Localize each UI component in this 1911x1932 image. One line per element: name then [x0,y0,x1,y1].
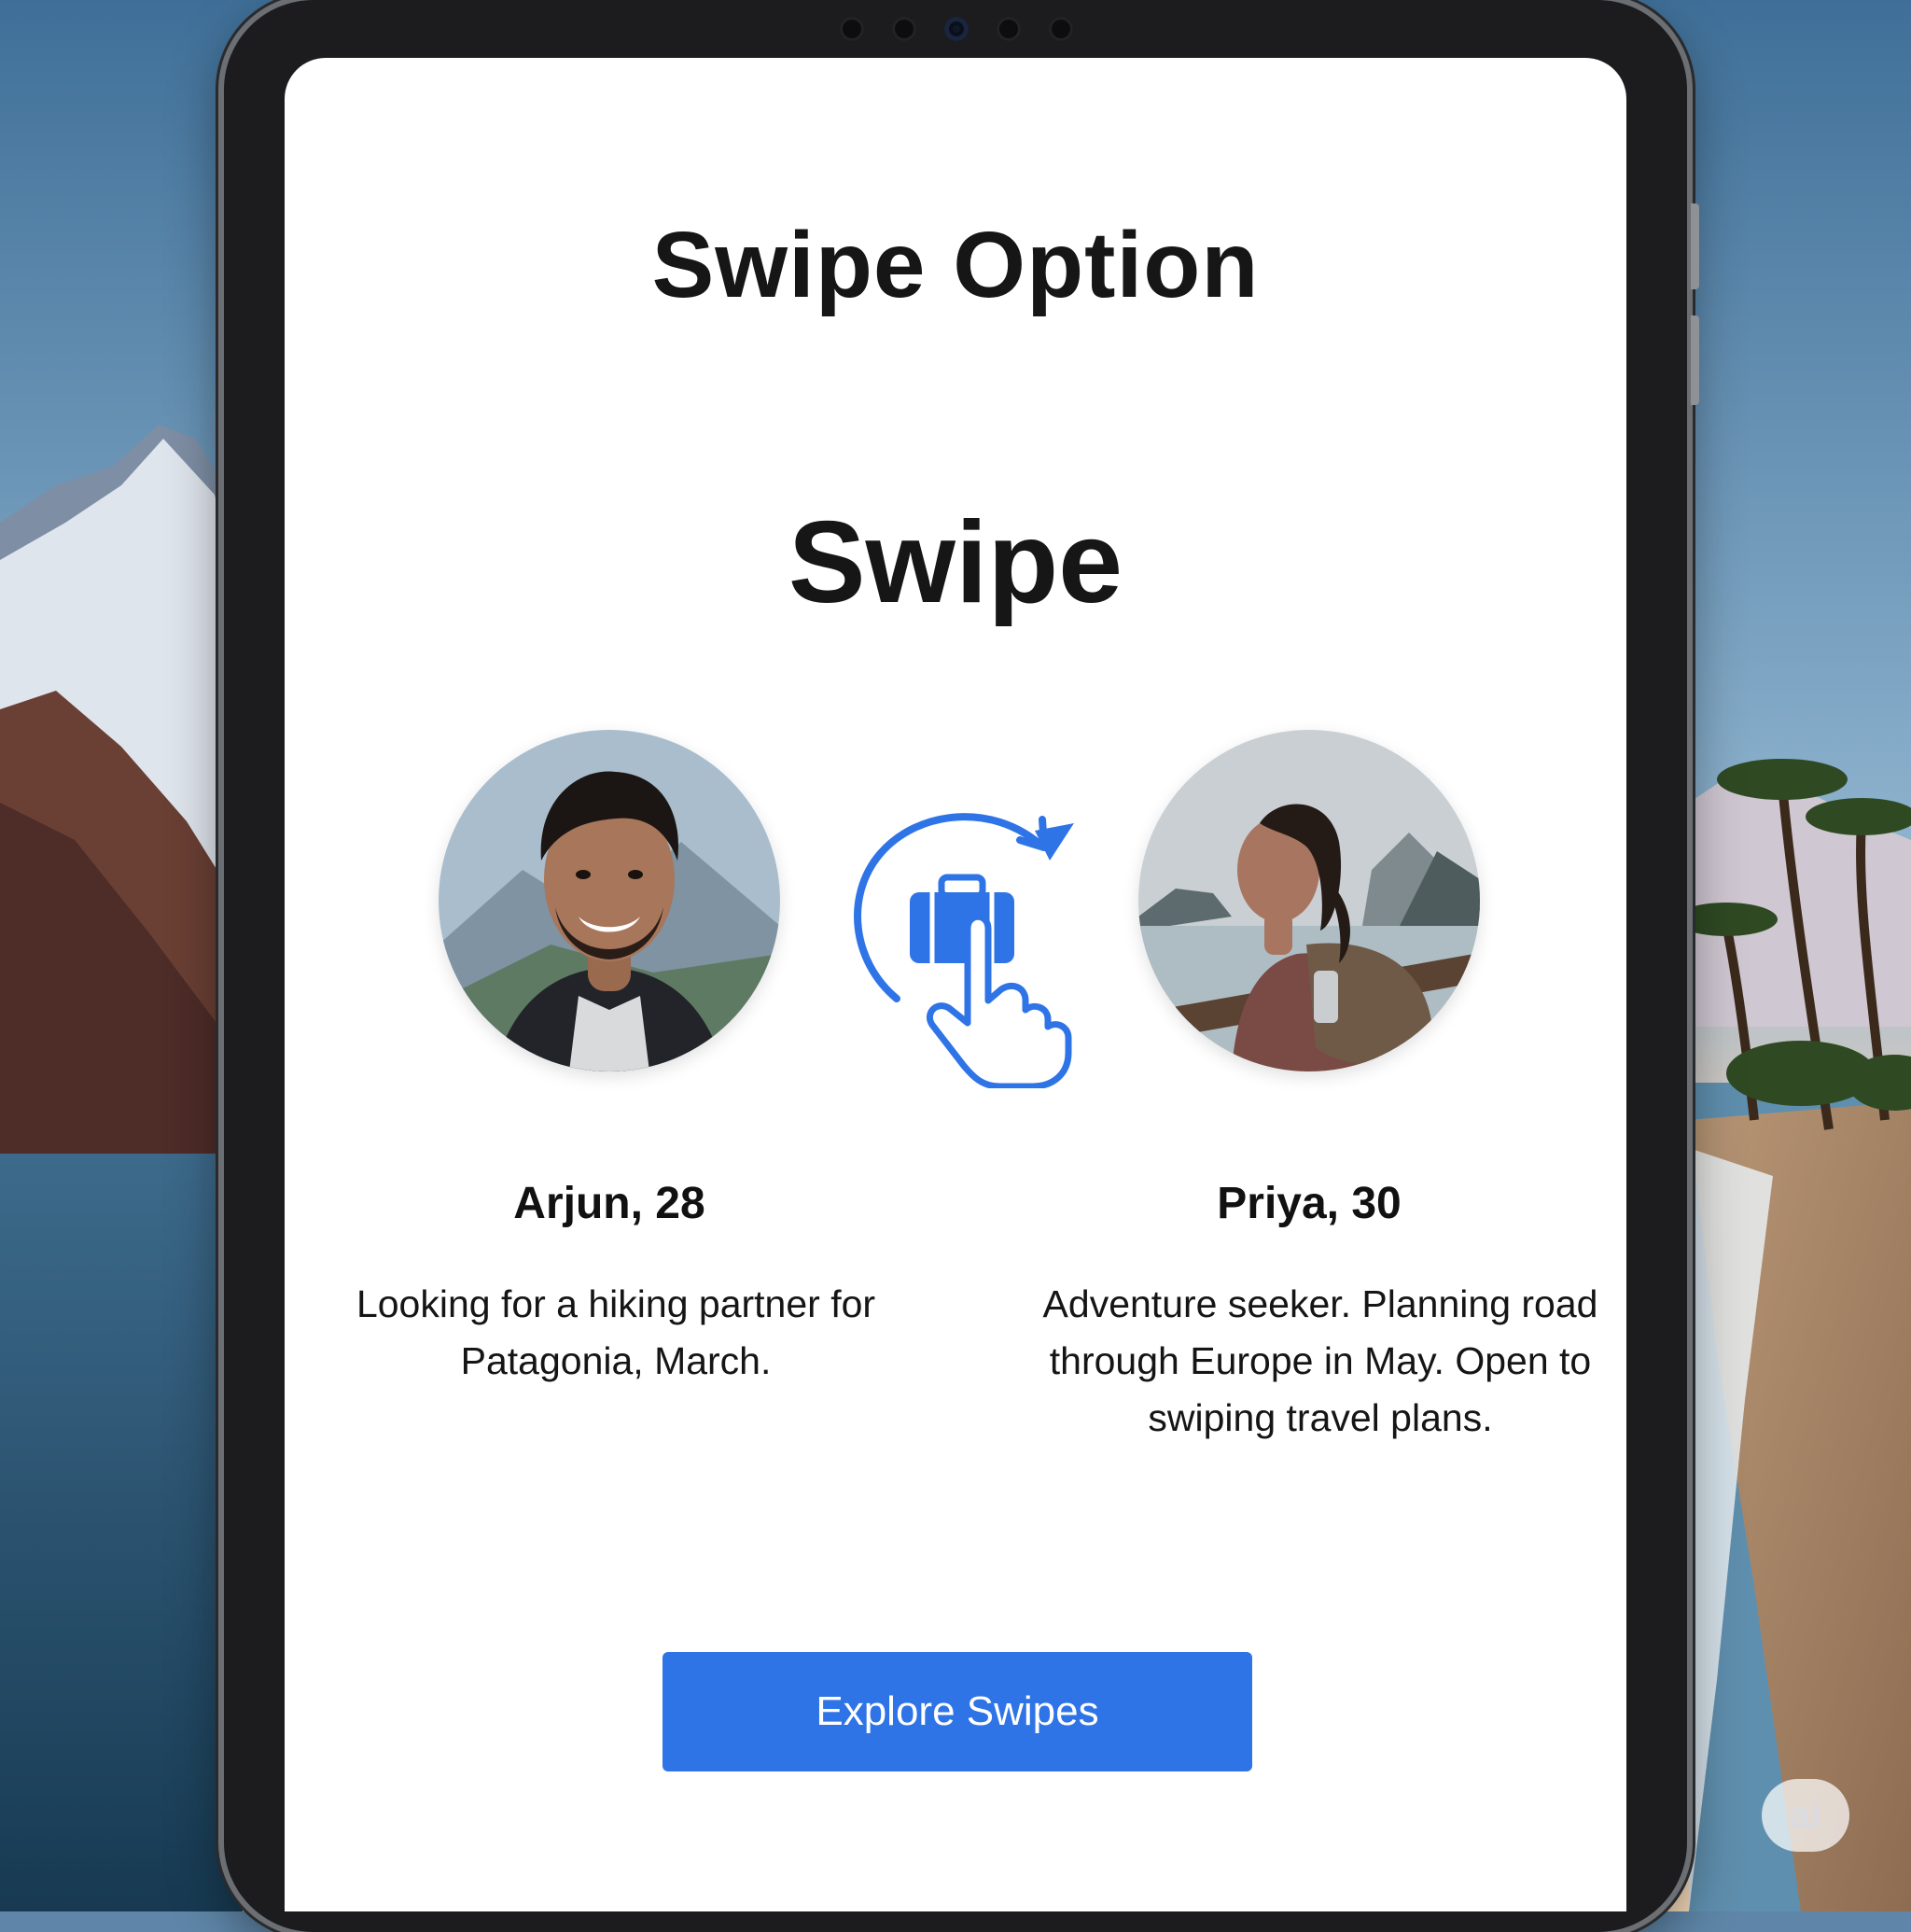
page-title: Swipe Option [651,213,1260,317]
volume-button [1691,315,1699,405]
volume-button [1691,203,1699,289]
camera-lens-icon [944,17,969,41]
section-heading: Swipe [788,498,1123,627]
avatar-priya[interactable] [1138,730,1480,1071]
sensor-icon [840,17,864,41]
camera-bar [840,17,1073,41]
profile-bio: Adventure seeker. Planning road through … [1042,1282,1598,1439]
sensor-icon [997,17,1021,41]
profile-name: Arjun, 28 [513,1179,705,1228]
app-screen: Swipe Option Swipe Arjun, 28 Priya, 30 L… [285,58,1626,1911]
profile-name: Priya, 30 [1217,1179,1402,1228]
ai-watermark-badge: ai [1762,1779,1849,1852]
sensor-icon [892,17,916,41]
swipe-suitcase-hand-icon [854,813,1074,1088]
avatar-arjun[interactable] [439,730,780,1071]
sensor-icon [1049,17,1073,41]
profile-bio: Looking for a hiking partner for Patagon… [356,1282,876,1382]
explore-swipes-button[interactable]: Explore Swipes [663,1652,1252,1771]
